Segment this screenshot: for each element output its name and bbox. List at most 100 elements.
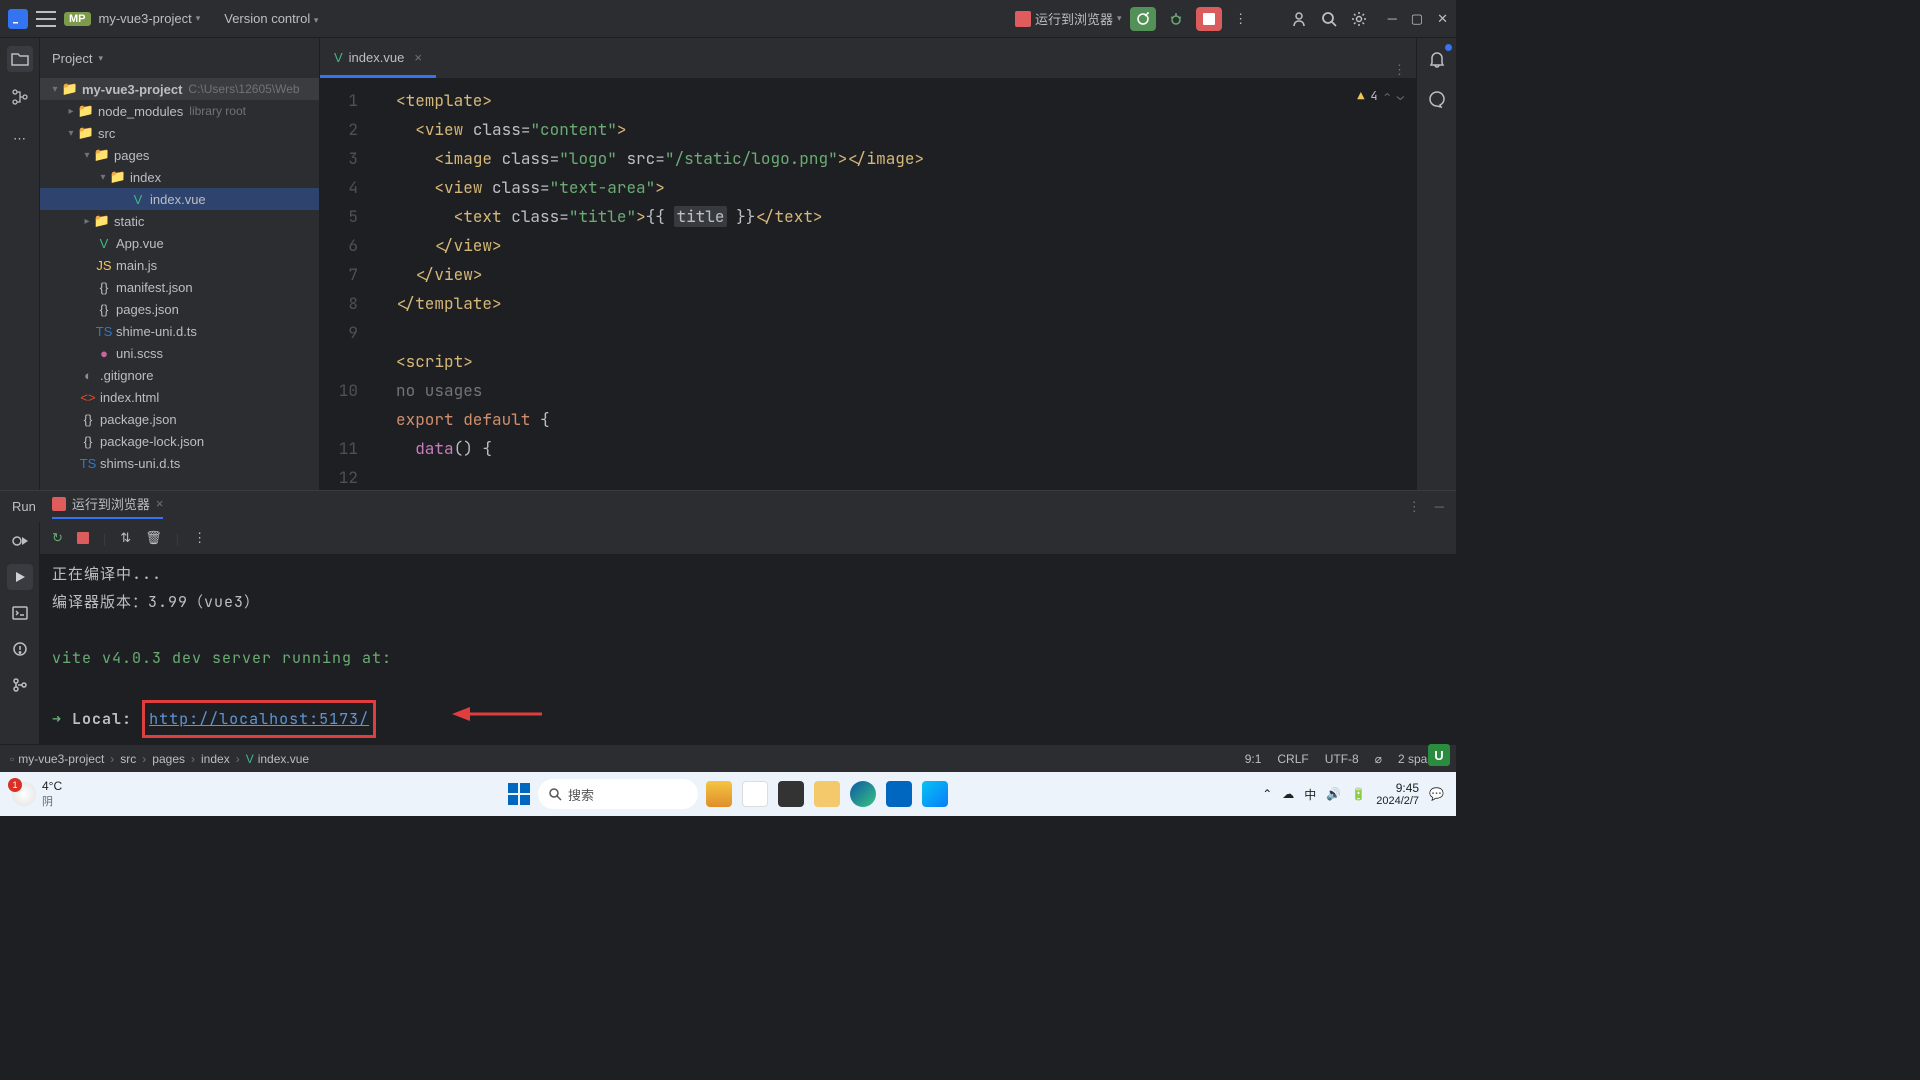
- project-panel: Project ▾ ▾📁my-vue3-projectC:\Users\1260…: [40, 38, 320, 490]
- maximize-icon[interactable]: ▢: [1411, 11, 1423, 27]
- gutter: 12345678910111213: [320, 78, 372, 490]
- tree-pkg[interactable]: {}package.json: [40, 408, 319, 430]
- tree-gitignore[interactable]: ◐.gitignore: [40, 364, 319, 386]
- tree-manifest[interactable]: {}manifest.json: [40, 276, 319, 298]
- tree-label: package.json: [100, 412, 177, 427]
- tree-root[interactable]: ▾📁my-vue3-projectC:\Users\12605\Web: [40, 78, 319, 100]
- start-button[interactable]: [508, 783, 530, 805]
- taskbar-search[interactable]: 搜索: [538, 779, 698, 809]
- breadcrumb-item[interactable]: my-vue3-project: [18, 752, 104, 766]
- git-icon[interactable]: [7, 672, 33, 698]
- project-panel-header[interactable]: Project ▾: [40, 38, 319, 78]
- run-button[interactable]: [1130, 7, 1156, 31]
- search-icon[interactable]: [1318, 8, 1340, 30]
- code-editor[interactable]: ▲4⌃⌄ 12345678910111213 <template> <view …: [320, 78, 1416, 490]
- system-tray[interactable]: ⌃ ☁ 中 🔊 🔋 9:452024/2/7 💬: [1262, 781, 1444, 807]
- breadcrumb-item[interactable]: pages: [152, 752, 185, 766]
- tree-main-js[interactable]: JSmain.js: [40, 254, 319, 276]
- code-content[interactable]: <template> <view class="content"> <image…: [372, 78, 1416, 490]
- tab-close-icon[interactable]: ×: [414, 50, 422, 65]
- statusbar: ▫ my-vue3-project› src› pages› index› Vi…: [0, 744, 1456, 772]
- readonly-icon[interactable]: ⌀: [1375, 752, 1382, 766]
- close-icon[interactable]: ✕: [1437, 11, 1448, 27]
- tree-pages[interactable]: ▾📁pages: [40, 144, 319, 166]
- more-icon[interactable]: ⋮: [1230, 8, 1252, 30]
- taskbar-app-icon[interactable]: [778, 781, 804, 807]
- project-panel-title: Project: [52, 51, 92, 66]
- more-tools-icon[interactable]: ⋯: [7, 126, 33, 152]
- taskbar-app-icon[interactable]: [706, 781, 732, 807]
- webstorm-icon[interactable]: [922, 781, 948, 807]
- run-output[interactable]: 正在编译中... 编译器版本：3.99（vue3） vite v4.0.3 de…: [40, 554, 1456, 744]
- ai-assistant-icon[interactable]: [1424, 86, 1450, 112]
- run-config-tab[interactable]: 运行到浏览器×: [52, 494, 164, 519]
- tree-label: App.vue: [116, 236, 164, 251]
- rerun-icon[interactable]: ↻: [52, 530, 63, 546]
- structure-tool-icon[interactable]: [7, 84, 33, 110]
- edge-icon[interactable]: [850, 781, 876, 807]
- tree-pages-json[interactable]: {}pages.json: [40, 298, 319, 320]
- tree-label: index: [130, 170, 161, 185]
- close-icon[interactable]: ×: [156, 496, 164, 511]
- code-with-me-icon[interactable]: [1288, 8, 1310, 30]
- tab-index-vue[interactable]: Vindex.vue×: [320, 40, 436, 78]
- tree-label: main.js: [116, 258, 157, 273]
- breadcrumb-item[interactable]: index.vue: [258, 752, 309, 766]
- tree-app-vue[interactable]: VApp.vue: [40, 232, 319, 254]
- run-more-icon[interactable]: ⋮: [193, 530, 206, 546]
- ide-logo-icon[interactable]: [8, 9, 28, 29]
- tree-uni-scss[interactable]: ●uni.scss: [40, 342, 319, 364]
- notifications-icon[interactable]: [1424, 46, 1450, 72]
- tray-chevron-icon[interactable]: ⌃: [1262, 787, 1272, 801]
- breadcrumb-item[interactable]: index: [201, 752, 230, 766]
- run-rerun-icon[interactable]: [7, 564, 33, 590]
- tree-static[interactable]: ▸📁static: [40, 210, 319, 232]
- tree-index-vue[interactable]: Vindex.vue: [40, 188, 319, 210]
- run-config-selector[interactable]: 运行到浏览器 ▾: [1015, 9, 1122, 28]
- local-url-link[interactable]: http://localhost:5173/: [149, 709, 369, 729]
- tree-shime[interactable]: TSshime-uni.d.ts: [40, 320, 319, 342]
- explorer-icon[interactable]: [814, 781, 840, 807]
- breadcrumb-item[interactable]: src: [120, 752, 136, 766]
- encoding[interactable]: UTF-8: [1325, 752, 1359, 766]
- tree-shims[interactable]: TSshims-uni.d.ts: [40, 452, 319, 474]
- uniapp-badge-icon[interactable]: U: [1428, 744, 1450, 766]
- problems-icon[interactable]: [7, 636, 33, 662]
- run-toolbar: ↻ | ⇅ 🗑 | ⋮: [40, 522, 1456, 554]
- tray-notifications-icon[interactable]: 💬: [1429, 787, 1444, 801]
- stop-run-icon[interactable]: [77, 532, 89, 544]
- terminal-icon[interactable]: [7, 600, 33, 626]
- main-menu-icon[interactable]: [36, 11, 56, 27]
- clear-icon[interactable]: 🗑: [145, 530, 162, 546]
- project-tool-icon[interactable]: [7, 46, 33, 72]
- minimize-icon[interactable]: ─: [1388, 11, 1397, 27]
- tree-index-html[interactable]: <>index.html: [40, 386, 319, 408]
- hide-panel-icon[interactable]: ─: [1435, 499, 1444, 515]
- project-selector[interactable]: my-vue3-project▾: [99, 11, 201, 26]
- run-debug-icon[interactable]: [7, 528, 33, 554]
- settings-icon[interactable]: [1348, 8, 1370, 30]
- tray-ime-icon[interactable]: 中: [1304, 786, 1316, 803]
- line-ending[interactable]: CRLF: [1277, 752, 1308, 766]
- cursor-position[interactable]: 9:1: [1245, 752, 1262, 766]
- run-tab[interactable]: Run: [12, 499, 36, 514]
- run-menu-icon[interactable]: ⋮: [1408, 499, 1421, 515]
- editor-menu-icon[interactable]: ⋮: [1393, 62, 1416, 78]
- debug-button[interactable]: [1164, 7, 1188, 31]
- run-panel: Run 运行到浏览器× ⋮ ─ ↻ | ⇅ 🗑 | ⋮ 正在编: [0, 490, 1456, 744]
- version-control-menu[interactable]: Version control ▾: [224, 11, 318, 26]
- scroll-icon[interactable]: ⇅: [120, 530, 131, 546]
- tree-node-modules[interactable]: ▸📁node_moduleslibrary root: [40, 100, 319, 122]
- weather-widget[interactable]: 1 4°C阴: [12, 779, 62, 809]
- tree-label: shime-uni.d.ts: [116, 324, 197, 339]
- tray-onedrive-icon[interactable]: ☁: [1282, 787, 1294, 801]
- store-icon[interactable]: [886, 781, 912, 807]
- tray-wifi-icon[interactable]: 🔊: [1326, 787, 1341, 801]
- taskbar-app-icon[interactable]: [742, 781, 768, 807]
- tree-pkglock[interactable]: {}package-lock.json: [40, 430, 319, 452]
- tree-src[interactable]: ▾📁src: [40, 122, 319, 144]
- tree-index-dir[interactable]: ▾📁index: [40, 166, 319, 188]
- stop-button[interactable]: [1196, 7, 1222, 31]
- tray-battery-icon[interactable]: 🔋: [1351, 787, 1366, 801]
- project-tree[interactable]: ▾📁my-vue3-projectC:\Users\12605\Web ▸📁no…: [40, 78, 319, 490]
